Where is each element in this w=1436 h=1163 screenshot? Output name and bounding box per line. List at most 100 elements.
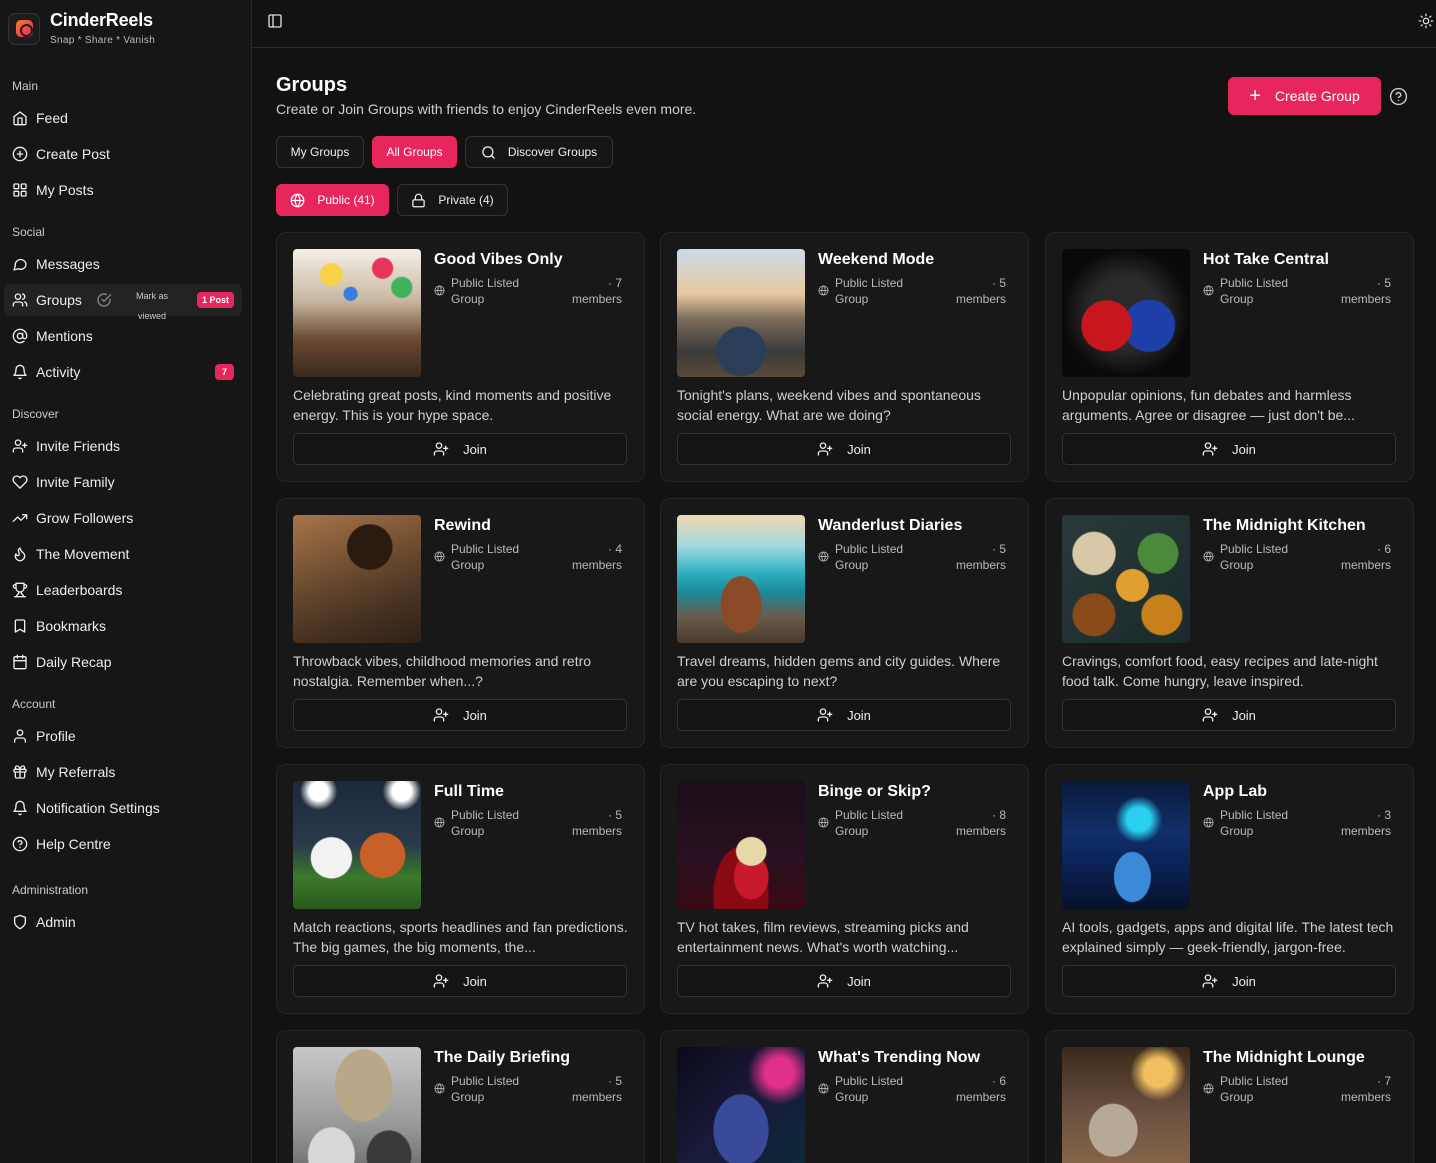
member-count: · 7 members	[571, 276, 622, 306]
at-sign-icon	[12, 328, 28, 344]
group-card[interactable]: The Midnight Kitchen Public Listed Group…	[1045, 498, 1414, 748]
nav-invite-family[interactable]: Invite Family	[4, 466, 242, 498]
group-name: The Daily Briefing	[434, 1049, 571, 1066]
nav-my-referrals[interactable]: My Referrals	[4, 756, 242, 788]
brand-name: CinderReels	[50, 10, 153, 30]
globe-icon	[434, 551, 445, 562]
member-count: · 7 members	[1340, 1074, 1391, 1104]
nav-help-centre[interactable]: Help Centre	[4, 828, 242, 860]
globe-icon	[818, 1083, 829, 1094]
group-description: Unpopular opinions, fun debates and harm…	[1062, 387, 1355, 423]
join-button[interactable]: Join	[293, 699, 627, 731]
join-button[interactable]: Join	[293, 965, 627, 997]
group-name: Full Time	[434, 783, 504, 800]
globe-icon	[818, 551, 829, 562]
nav-the-movement[interactable]: The Movement	[4, 538, 242, 570]
nav-create-post[interactable]: Create Post	[4, 138, 242, 170]
join-button[interactable]: Join	[677, 433, 1011, 465]
nav-feed[interactable]: Feed	[4, 102, 242, 134]
tab-discover-groups[interactable]: Discover Groups	[465, 136, 613, 168]
group-card[interactable]: Wanderlust Diaries Public Listed Group ·…	[660, 498, 1029, 748]
filter-label: Private (4)	[438, 193, 494, 207]
nav-label: Grow Followers	[36, 510, 134, 526]
nav-mentions[interactable]: Mentions	[4, 320, 242, 352]
member-count: · 3 members	[1340, 808, 1391, 838]
sidebar-toggle-icon[interactable]	[267, 13, 283, 29]
group-card[interactable]: Full Time Public Listed Group · 5 member…	[276, 764, 645, 1014]
group-card[interactable]: App Lab Public Listed Group · 3 members …	[1045, 764, 1414, 1014]
member-count: · 5 members	[955, 276, 1006, 306]
filter-label: Public (41)	[317, 193, 375, 207]
sun-icon[interactable]	[1418, 13, 1434, 29]
create-group-button[interactable]: + Create Group	[1228, 77, 1381, 115]
nav-label: Profile	[36, 728, 76, 744]
group-card[interactable]: Hot Take Central Public Listed Group · 5…	[1045, 232, 1414, 482]
trending-up-icon	[12, 514, 28, 522]
group-name: Weekend Mode	[818, 251, 935, 268]
group-type: Public Listed Group	[1220, 808, 1289, 838]
section-title-discover: Discover	[12, 407, 59, 421]
group-thumbnail	[293, 1047, 421, 1163]
group-card[interactable]: Binge or Skip? Public Listed Group · 8 m…	[660, 764, 1029, 1014]
brand-tagline: Snap * Share * Vanish	[50, 35, 156, 46]
join-label: Join	[463, 707, 487, 723]
nav-grow-followers[interactable]: Grow Followers	[4, 502, 242, 534]
join-button[interactable]: Join	[293, 433, 627, 465]
join-button[interactable]: Join	[677, 699, 1011, 731]
section-title-account: Account	[12, 697, 56, 711]
topbar	[252, 0, 1436, 48]
group-description: Travel dreams, hidden gems and city guid…	[677, 653, 1001, 689]
user-icon	[14, 729, 26, 743]
user-plus-icon	[817, 442, 833, 456]
nav-label: Groups	[36, 292, 82, 308]
group-thumbnail	[677, 781, 805, 909]
nav-invite-friends[interactable]: Invite Friends	[4, 430, 242, 462]
group-card[interactable]: What's Trending Now Public Listed Group …	[660, 1030, 1029, 1163]
filter-public[interactable]: Public (41)	[276, 184, 389, 216]
globe-icon	[434, 285, 445, 296]
nav-profile[interactable]: Profile	[4, 720, 242, 752]
brand[interactable]: CinderReels Snap * Share * Vanish	[8, 10, 155, 46]
nav-groups[interactable]: Groups Mark as viewed 1 Post	[4, 284, 242, 321]
user-plus-icon	[433, 708, 449, 722]
nav-admin[interactable]: Admin	[4, 906, 242, 938]
member-count: · 6 members	[1340, 542, 1391, 572]
nav-messages[interactable]: Messages	[4, 248, 242, 280]
join-button[interactable]: Join	[1062, 965, 1396, 997]
section-title-main: Main	[12, 79, 39, 93]
filter-private[interactable]: Private (4)	[397, 184, 508, 216]
group-name: What's Trending Now	[818, 1049, 981, 1066]
group-card[interactable]: Rewind Public Listed Group · 4 members T…	[276, 498, 645, 748]
nav-bookmarks[interactable]: Bookmarks	[4, 610, 242, 642]
member-count: · 4 members	[571, 542, 622, 572]
join-button[interactable]: Join	[677, 965, 1011, 997]
nav-label: My Posts	[36, 182, 94, 198]
help-circle-icon[interactable]	[1389, 87, 1408, 106]
nav-notification-settings[interactable]: Notification Settings	[4, 792, 242, 824]
calendar-icon	[13, 654, 27, 670]
tab-my-groups[interactable]: My Groups	[276, 136, 364, 168]
join-label: Join	[463, 441, 487, 457]
nav-daily-recap[interactable]: Daily Recap	[4, 646, 242, 678]
join-label: Join	[1232, 707, 1256, 723]
group-card[interactable]: The Daily Briefing Public Listed Group ·…	[276, 1030, 645, 1163]
nav-activity[interactable]: Activity 7	[4, 356, 242, 388]
nav-my-posts[interactable]: My Posts	[4, 174, 242, 206]
group-card[interactable]: Good Vibes Only Public Listed Group · 7 …	[276, 232, 645, 482]
user-plus-icon	[433, 974, 449, 988]
group-card[interactable]: Weekend Mode Public Listed Group · 5 mem…	[660, 232, 1029, 482]
group-card[interactable]: The Midnight Lounge Public Listed Group …	[1045, 1030, 1414, 1163]
check-circle-icon[interactable]	[96, 292, 112, 308]
join-button[interactable]: Join	[1062, 433, 1396, 465]
group-description: Cravings, comfort food, easy recipes and…	[1062, 653, 1378, 689]
globe-icon	[1203, 817, 1214, 828]
group-type: Public Listed Group	[451, 808, 520, 838]
page-subtitle: Create or Join Groups with friends to en…	[276, 101, 697, 117]
tab-all-groups[interactable]: All Groups	[372, 136, 457, 168]
group-type: Public Listed Group	[835, 276, 904, 306]
join-button[interactable]: Join	[1062, 699, 1396, 731]
bell-icon	[13, 800, 27, 816]
nav-leaderboards[interactable]: Leaderboards	[4, 574, 242, 606]
tab-label: All Groups	[386, 145, 443, 159]
join-label: Join	[463, 973, 487, 989]
